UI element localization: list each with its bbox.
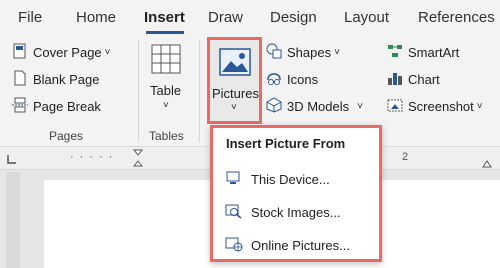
3d-models-label: 3D Models	[287, 99, 350, 114]
tab-draw[interactable]: Draw	[208, 9, 243, 26]
ribbon-tabs: File Home Insert Draw Design Layout Refe…	[0, 0, 500, 34]
icons-button[interactable]: Icons	[266, 70, 318, 89]
chevron-down-icon: ˅	[476, 101, 483, 112]
blank-page-label: Blank Page	[33, 72, 100, 87]
menu-title: Insert Picture From	[226, 136, 346, 151]
pages-group-label: Pages	[49, 129, 84, 143]
chevron-down-icon: ˅	[231, 102, 237, 113]
smartart-label: SmartArt	[408, 45, 460, 60]
page-break-button[interactable]: Page Break	[12, 97, 101, 116]
chart-icon	[387, 70, 403, 89]
pictures-label: Pictures	[212, 86, 259, 101]
chevron-down-icon: ˅	[163, 100, 169, 111]
online-pictures-item[interactable]: Online Pictures...	[225, 236, 350, 255]
cover-page-icon	[12, 43, 28, 62]
ruler-number: 2	[402, 151, 409, 163]
smartart-button[interactable]: SmartArt	[387, 43, 459, 62]
blank-page-button[interactable]: Blank Page	[12, 70, 100, 89]
icons-icon	[266, 70, 282, 89]
shapes-label: Shapes	[287, 45, 332, 60]
this-device-item[interactable]: This Device...	[225, 170, 330, 189]
page-break-icon	[12, 97, 28, 116]
cover-page-label: Cover Page	[33, 45, 102, 60]
tables-group-label: Tables	[149, 129, 184, 143]
page-break-label: Page Break	[33, 99, 101, 114]
chevron-down-icon: ˅	[334, 47, 340, 58]
screenshot-button[interactable]: Screenshot ˅	[387, 97, 483, 116]
cover-page-button[interactable]: Cover Page ˅	[12, 43, 111, 62]
picture-icon	[219, 48, 251, 81]
online-pictures-label: Online Pictures...	[251, 238, 350, 253]
shapes-icon	[266, 43, 282, 62]
smartart-icon	[387, 43, 403, 62]
group-divider	[138, 40, 139, 142]
table-button[interactable]: Table ˅	[146, 42, 188, 122]
group-divider	[199, 40, 200, 142]
chevron-down-icon: ˅	[104, 47, 111, 58]
vertical-ruler	[6, 172, 20, 268]
this-device-label: This Device...	[251, 172, 330, 187]
blank-page-icon	[12, 70, 28, 89]
tab-selector-icon[interactable]	[6, 152, 18, 170]
pictures-button[interactable]: Pictures ˅	[207, 37, 262, 124]
3d-models-button[interactable]: 3D Models ˅	[266, 97, 363, 116]
tab-insert[interactable]: Insert	[144, 9, 185, 26]
tab-home[interactable]: Home	[76, 9, 116, 26]
tab-layout[interactable]: Layout	[344, 9, 389, 26]
stock-images-item[interactable]: Stock Images...	[225, 203, 341, 222]
chevron-down-icon: ˅	[357, 101, 363, 112]
insert-picture-menu: Insert Picture From This Device... Stock…	[210, 125, 382, 262]
table-label: Table	[150, 83, 182, 98]
online-pictures-icon	[225, 236, 243, 255]
tab-references[interactable]: References	[418, 9, 495, 26]
tab-file[interactable]: File	[18, 9, 42, 26]
tab-design[interactable]: Design	[270, 9, 317, 26]
3d-models-icon	[266, 97, 282, 116]
chart-label: Chart	[408, 72, 440, 87]
ruler-ticks: ·····	[70, 151, 119, 163]
shapes-button[interactable]: Shapes ˅	[266, 43, 340, 62]
chart-button[interactable]: Chart	[387, 70, 440, 89]
device-icon	[225, 170, 243, 189]
screenshot-label: Screenshot	[408, 99, 474, 114]
indent-marker-icon[interactable]	[132, 149, 144, 172]
icons-label: Icons	[287, 72, 319, 87]
stock-images-icon	[225, 203, 243, 222]
screenshot-icon	[387, 97, 403, 116]
table-icon	[151, 44, 181, 79]
stock-images-label: Stock Images...	[251, 205, 341, 220]
